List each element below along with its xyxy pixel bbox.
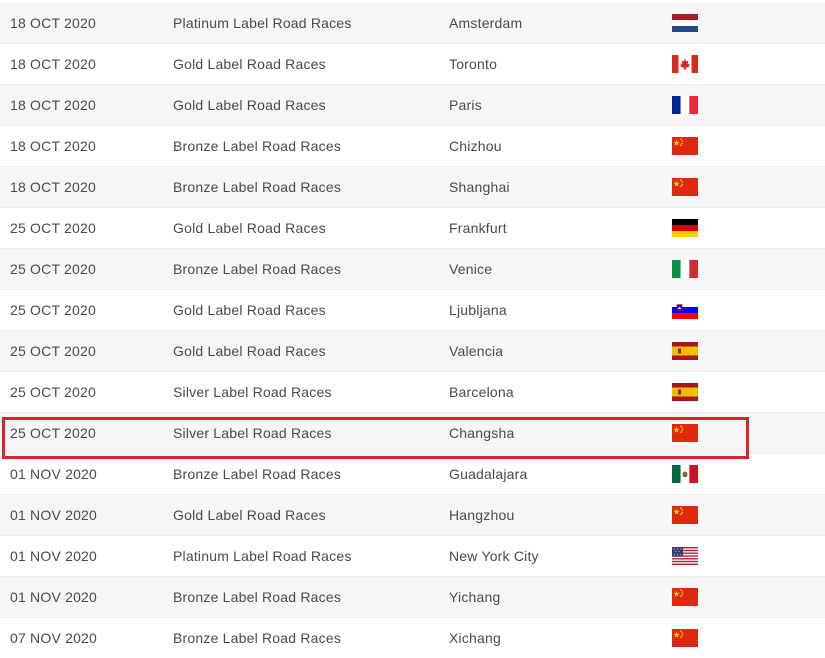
spain-flag-icon [672, 383, 698, 401]
event-city: Venice [449, 261, 493, 277]
china-flag-icon [672, 178, 698, 196]
event-category: Bronze Label Road Races [173, 261, 342, 277]
table-row[interactable]: 25 OCT 2020 Silver Label Road Races Barcel… [0, 372, 825, 413]
event-date: 01 NOV 2020 [10, 507, 98, 523]
table-row[interactable]: 07 NOV 2020 Bronze Label Road Races Xichan… [0, 618, 825, 658]
table-row-highlighted[interactable]: 25 OCT 2020 Silver Label Road Races Changs… [0, 413, 825, 454]
table-row[interactable]: 25 OCT 2020 Gold Label Road Races Frankfur… [0, 208, 825, 249]
china-flag-icon [672, 588, 698, 606]
event-date: 18 OCT 2020 [10, 97, 96, 113]
event-date: 25 OCT 2020 [10, 343, 96, 359]
table-row[interactable]: 25 OCT 2020 Gold Label Road Races Ljubljan… [0, 290, 825, 331]
event-category: Gold Label Road Races [173, 220, 326, 236]
event-category: Gold Label Road Races [173, 97, 326, 113]
china-flag-icon [672, 629, 698, 647]
event-category: Gold Label Road Races [173, 302, 326, 318]
event-city: Xichang [449, 630, 501, 646]
event-city: Shanghai [449, 179, 510, 195]
netherlands-flag-icon [672, 14, 698, 32]
event-city: Changsha [449, 425, 515, 441]
event-city: Frankfurt [449, 220, 507, 236]
event-city: Amsterdam [449, 15, 523, 31]
table-row[interactable]: 18 OCT 2020 Gold Label Road Races Paris [0, 85, 825, 126]
mexico-flag-icon [672, 465, 698, 483]
event-date: 01 NOV 2020 [10, 466, 98, 482]
table-row[interactable]: 18 OCT 2020 Platinum Label Road Races Amst… [0, 3, 825, 44]
event-category: Platinum Label Road Races [173, 15, 352, 31]
china-flag-icon [672, 506, 698, 524]
event-city: Paris [449, 97, 482, 113]
event-category: Bronze Label Road Races [173, 589, 342, 605]
event-date: 25 OCT 2020 [10, 220, 96, 236]
event-date: 07 NOV 2020 [10, 630, 98, 646]
table-row[interactable]: 18 OCT 2020 Bronze Label Road Races Chizho… [0, 126, 825, 167]
spain-flag-icon [672, 342, 698, 360]
event-date: 25 OCT 2020 [10, 425, 96, 441]
event-date: 18 OCT 2020 [10, 15, 96, 31]
event-category: Gold Label Road Races [173, 56, 326, 72]
event-date: 01 NOV 2020 [10, 548, 98, 564]
event-category: Gold Label Road Races [173, 343, 326, 359]
event-category: Bronze Label Road Races [173, 466, 342, 482]
event-city: New York City [449, 548, 539, 564]
event-category: Silver Label Road Races [173, 384, 332, 400]
event-city: Guadalajara [449, 466, 528, 482]
event-date: 25 OCT 2020 [10, 384, 96, 400]
china-flag-icon [672, 424, 698, 442]
slovenia-flag-icon [672, 301, 698, 319]
event-category: Bronze Label Road Races [173, 630, 342, 646]
germany-flag-icon [672, 219, 698, 237]
france-flag-icon [672, 96, 698, 114]
table-row[interactable]: 25 OCT 2020 Gold Label Road Races Valencia [0, 331, 825, 372]
event-category: Gold Label Road Races [173, 507, 326, 523]
events-table: 18 OCT 2020 Platinum Label Road Races Amst… [0, 0, 825, 658]
event-category: Silver Label Road Races [173, 425, 332, 441]
table-row[interactable]: 18 OCT 2020 Gold Label Road Races Toronto [0, 44, 825, 85]
event-date: 01 NOV 2020 [10, 589, 98, 605]
event-category: Platinum Label Road Races [173, 548, 352, 564]
event-city: Hangzhou [449, 507, 515, 523]
table-row[interactable]: 25 OCT 2020 Bronze Label Road Races Venice [0, 249, 825, 290]
event-city: Valencia [449, 343, 504, 359]
table-row[interactable]: 01 NOV 2020 Gold Label Road Races Hangzhou [0, 495, 825, 536]
event-city: Barcelona [449, 384, 514, 400]
table-row[interactable]: 01 NOV 2020 Platinum Label Road Races New … [0, 536, 825, 577]
event-date: 18 OCT 2020 [10, 138, 96, 154]
table-row[interactable]: 01 NOV 2020 Bronze Label Road Races Yichan… [0, 577, 825, 618]
event-date: 18 OCT 2020 [10, 179, 96, 195]
table-row[interactable]: 18 OCT 2020 Bronze Label Road Races Shangh… [0, 167, 825, 208]
china-flag-icon [672, 137, 698, 155]
table-row[interactable]: 01 NOV 2020 Bronze Label Road Races Guadal… [0, 454, 825, 495]
event-category: Bronze Label Road Races [173, 138, 342, 154]
event-category: Bronze Label Road Races [173, 179, 342, 195]
event-city: Ljubljana [449, 302, 507, 318]
event-date: 25 OCT 2020 [10, 261, 96, 277]
italy-flag-icon [672, 260, 698, 278]
event-date: 18 OCT 2020 [10, 56, 96, 72]
event-city: Chizhou [449, 138, 502, 154]
event-city: Yichang [449, 589, 501, 605]
event-city: Toronto [449, 56, 498, 72]
canada-flag-icon [672, 55, 698, 73]
usa-flag-icon [672, 547, 698, 565]
event-date: 25 OCT 2020 [10, 302, 96, 318]
